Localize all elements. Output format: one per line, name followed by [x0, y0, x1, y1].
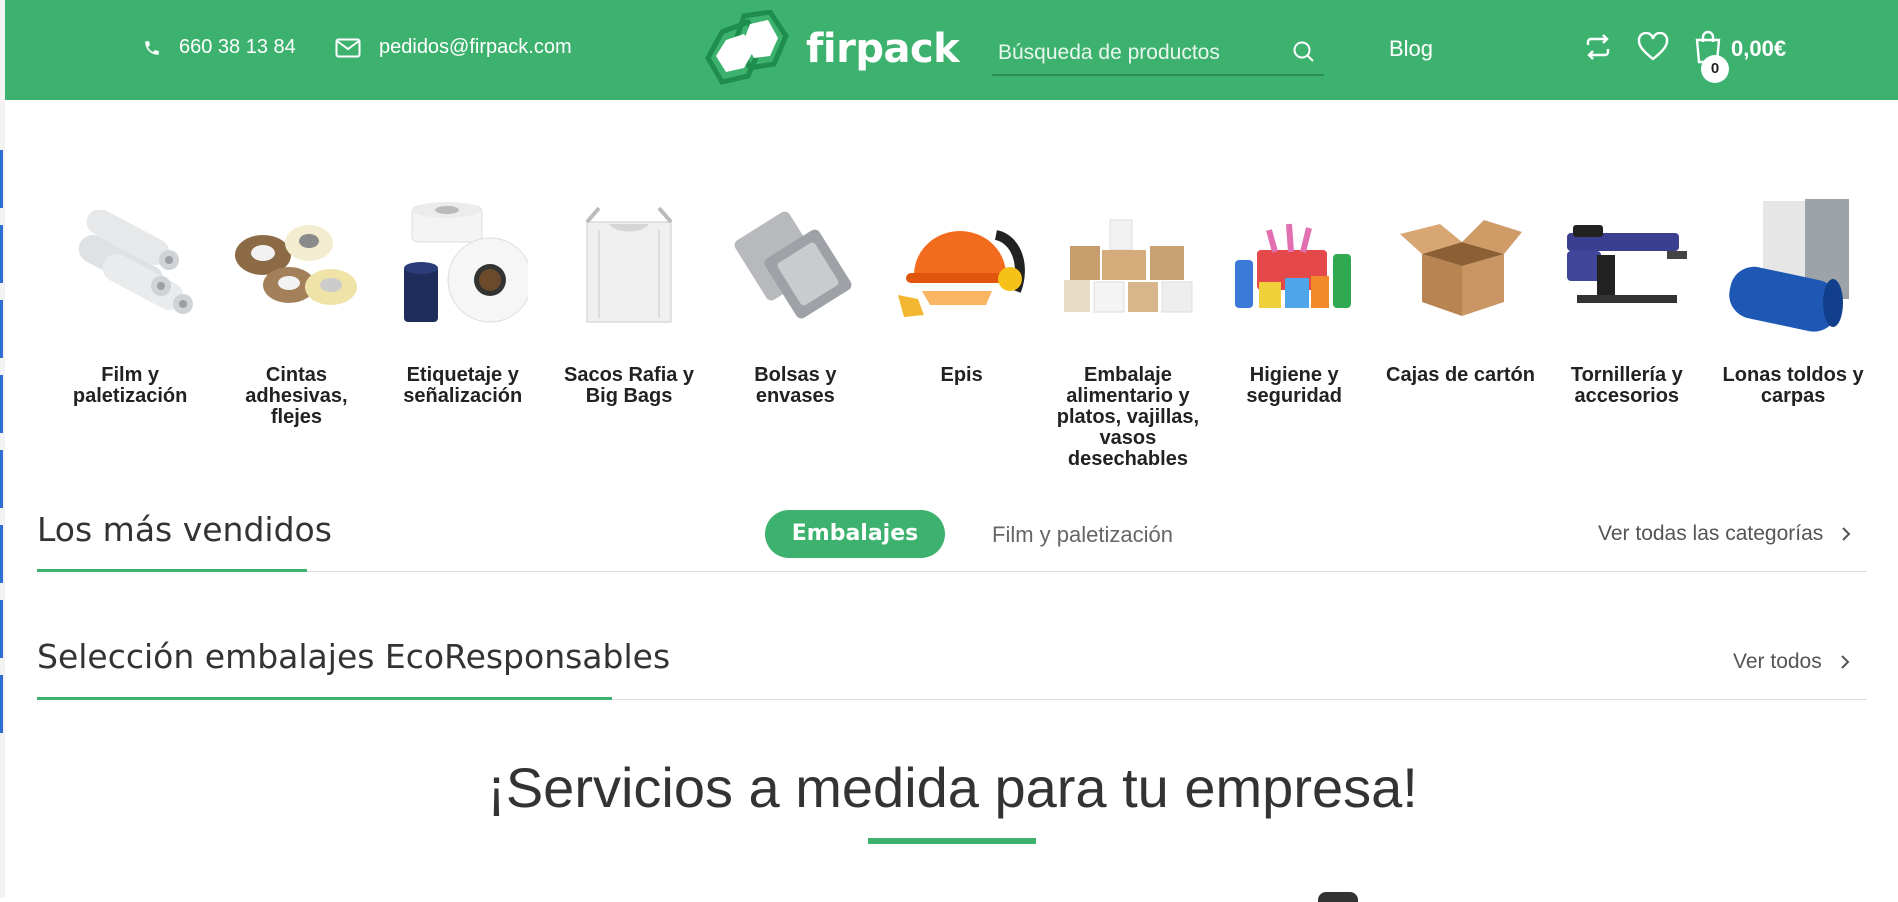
big-bag-image — [559, 190, 699, 340]
category-label: Embalaje alimentario y platos, vajillas,… — [1056, 364, 1200, 470]
blog-link[interactable]: Blog — [1389, 36, 1433, 62]
stretch-film-image — [60, 190, 200, 340]
category-alimentario[interactable]: Embalaje alimentario y platos, vajillas,… — [1045, 190, 1211, 470]
phone-number: 660 38 13 84 — [179, 36, 296, 58]
tape-rolls-image — [226, 190, 366, 340]
category-label: Tornillería y accesorios — [1570, 364, 1683, 407]
cart-count-badge: 0 — [1701, 55, 1729, 83]
cardboard-box-image — [1391, 190, 1531, 340]
view-all-label: Ver todas las categorías — [1598, 522, 1824, 545]
category-label: Sacos Rafia y Big Bags — [563, 364, 695, 407]
section-accent — [37, 569, 307, 572]
category-label: Cintas adhesivas, flejes — [245, 364, 348, 428]
category-label: Etiquetaje y señalización — [403, 364, 523, 407]
tab-film-paletizacion[interactable]: Film y paletización — [992, 522, 1173, 548]
section-accent — [37, 697, 612, 700]
strip-mark — [0, 525, 3, 583]
eco-section-title: Selección embalajes EcoResponsables — [37, 637, 671, 676]
services-heading: ¡Servicios a medida para tu empresa! — [487, 756, 1418, 819]
view-all-categories-link[interactable]: Ver todas las categorías — [1598, 522, 1851, 546]
bestsellers-title: Los más vendidos — [37, 510, 332, 549]
category-bolsas[interactable]: Bolsas y envases — [712, 190, 878, 470]
category-tornilleria[interactable]: Tornillería y accesorios — [1544, 190, 1710, 470]
strip-mark — [0, 300, 3, 358]
category-label: Film y paletización — [72, 364, 188, 407]
bubble-envelopes-image — [725, 190, 865, 340]
category-sacos[interactable]: Sacos Rafia y Big Bags — [546, 190, 712, 470]
staple-gun-image — [1557, 190, 1697, 340]
partial-image — [1318, 892, 1358, 902]
chevron-right-icon — [1842, 527, 1851, 541]
logo-wordmark: firpack — [806, 26, 960, 72]
category-film[interactable]: Film y paletización — [47, 190, 213, 470]
category-label: Higiene y seguridad — [1246, 364, 1342, 407]
cart-total[interactable]: 0,00€ — [1731, 36, 1786, 62]
compare-icon[interactable] — [1583, 32, 1613, 62]
category-epis[interactable]: Epis — [878, 190, 1044, 470]
site-logo[interactable]: firpack — [700, 10, 960, 88]
strip-mark — [0, 225, 3, 283]
strip-mark — [0, 375, 3, 433]
label-rolls-image — [393, 190, 533, 340]
firpack-hexagon-logo-icon — [705, 10, 789, 85]
mail-icon — [335, 38, 361, 57]
heart-icon[interactable] — [1637, 32, 1669, 62]
category-label: Epis — [940, 364, 983, 386]
email-address: pedidos@firpack.com — [379, 36, 572, 58]
cleaning-supplies-image — [1224, 190, 1364, 340]
category-etiquetaje[interactable]: Etiquetaje y señalización — [380, 190, 546, 470]
phone-icon — [145, 40, 159, 55]
strip-mark — [0, 450, 3, 508]
category-cajas[interactable]: Cajas de cartón — [1377, 190, 1543, 470]
phone-link[interactable]: 660 38 13 84 — [143, 36, 296, 59]
category-higiene[interactable]: Higiene y seguridad — [1211, 190, 1377, 470]
chevron-right-icon — [1841, 655, 1850, 669]
category-label: Cajas de cartón — [1386, 364, 1535, 386]
category-cintas[interactable]: Cintas adhesivas, flejes — [213, 190, 379, 470]
category-lonas[interactable]: Lonas toldos y carpas — [1710, 190, 1876, 470]
heading-accent — [868, 838, 1036, 844]
email-link[interactable]: pedidos@firpack.com — [335, 36, 572, 59]
category-label: Lonas toldos y carpas — [1722, 364, 1864, 407]
strip-mark — [0, 600, 3, 658]
search-box — [992, 30, 1324, 76]
category-carousel: Film y paletización Cintas adhesivas, fl… — [47, 190, 1877, 470]
search-icon[interactable] — [1292, 40, 1316, 64]
strip-mark — [0, 675, 3, 733]
view-all-link[interactable]: Ver todos — [1733, 650, 1850, 674]
food-containers-image — [1058, 190, 1198, 340]
tab-embalajes[interactable]: Embalajes — [765, 510, 945, 558]
category-label: Bolsas y envases — [754, 364, 837, 407]
safety-helmet-image — [892, 190, 1032, 340]
search-input[interactable] — [996, 36, 1280, 70]
view-all-label: Ver todos — [1733, 650, 1822, 673]
section-divider — [37, 571, 1867, 572]
strip-mark — [0, 150, 3, 208]
site-header: 660 38 13 84 pedidos@firpack.com firpack… — [5, 0, 1898, 100]
tarp-rolls-image — [1723, 190, 1863, 340]
